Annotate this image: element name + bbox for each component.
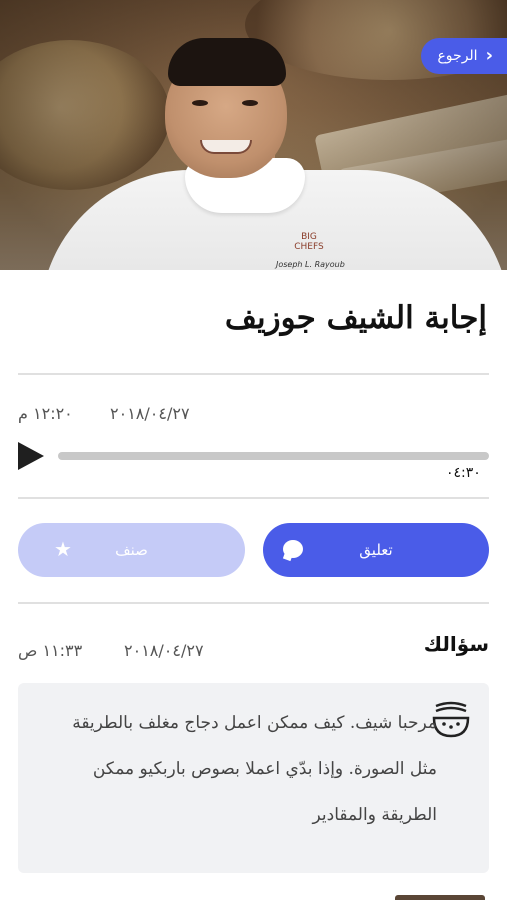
page-title: إجابة الشيف جوزيف xyxy=(224,300,487,336)
question-time: ١١:٣٣ ص xyxy=(18,641,83,660)
divider xyxy=(18,602,489,604)
chevron-left-icon: ‹ xyxy=(485,45,493,66)
back-button[interactable]: ‹ الرجوع xyxy=(421,38,507,74)
chef-eye xyxy=(242,100,258,106)
next-card-peek xyxy=(395,895,485,900)
play-icon[interactable] xyxy=(18,442,44,470)
chef-hair xyxy=(168,38,286,86)
audio-duration: ٠٤:٣٠ xyxy=(446,465,481,481)
chef-smile xyxy=(200,140,252,154)
divider xyxy=(18,497,489,499)
answer-date: ٢٠١٨/٠٤/٢٧ xyxy=(110,404,190,423)
rate-label: صنف xyxy=(115,541,148,559)
audio-progress-bar[interactable] xyxy=(58,452,489,460)
divider xyxy=(18,373,489,375)
jacket-signature: Joseph L. Rayoub xyxy=(276,260,345,269)
back-label: الرجوع xyxy=(437,48,478,64)
rate-button[interactable]: صنف ★ xyxy=(18,523,245,577)
comment-bubble-icon xyxy=(283,540,303,558)
question-text: مرحبا شيف. كيف ممكن اعمل دجاج مغلف بالطر… xyxy=(72,713,437,825)
question-date: ٢٠١٨/٠٤/٢٧ xyxy=(124,641,204,660)
chef-video-thumbnail[interactable]: BIG CHEFS Joseph L. Rayoub ‹ الرجوع xyxy=(0,0,507,270)
food-bowl-icon xyxy=(432,701,470,738)
answer-time: ١٢:٢٠ م xyxy=(18,404,73,423)
star-icon: ★ xyxy=(54,537,72,561)
chef-eye xyxy=(192,100,208,106)
question-heading: سؤالك xyxy=(423,632,489,656)
comment-button[interactable]: تعليق xyxy=(263,523,489,577)
